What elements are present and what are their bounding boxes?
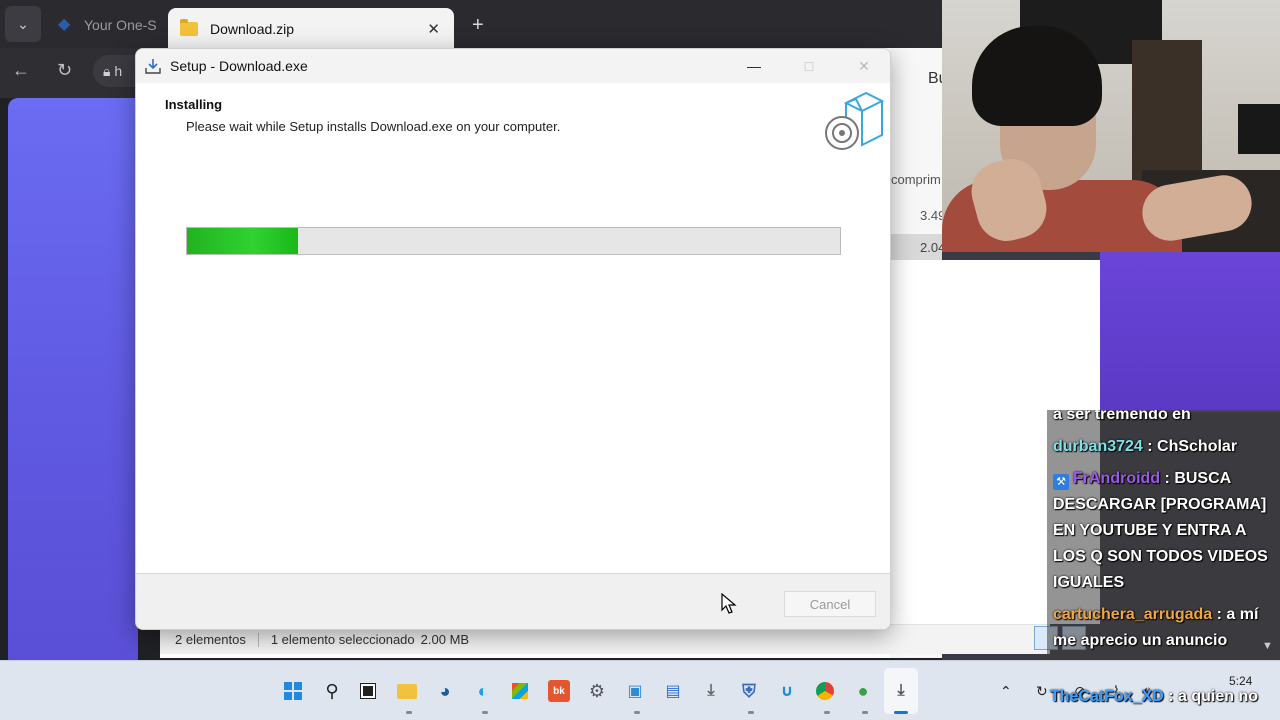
image-app-icon[interactable]: ▣ [624,680,646,702]
chat-scroll-indicator: ▼ [1262,640,1273,652]
task-view-icon[interactable] [357,680,379,702]
address-text: h [114,63,123,79]
install-progress-bar [186,227,841,255]
tab-search-button[interactable]: ⌄ [5,6,41,42]
page-subtitle: Please wait while Setup installs Downloa… [186,119,561,134]
clock-time: 5:24 [1229,674,1253,688]
chat-message: durban3724 : ChScholar [1047,432,1280,464]
dialog-header: Installing Please wait while Setup insta… [136,83,890,153]
taskbar-running-dot [634,711,640,714]
status-selected: 1 elemento seleccionado [270,632,415,647]
search-icon[interactable]: ⚲ [321,680,343,702]
maximize-button[interactable]: □ [797,55,821,77]
chat-username: TheCatFox_XD [1050,688,1164,705]
chat-text: : BUSCA DESCARGAR [PROGRAMA] EN YOUTUBE … [1053,470,1268,591]
shield-icon[interactable]: ⛨ [738,680,760,702]
new-tab-button[interactable]: + [472,14,484,37]
browser-icon[interactable]: ◕ [434,680,456,702]
taskbar-running-dot [406,711,412,714]
webcam-shelf [1132,40,1202,190]
status-size: 2.00 MB [420,632,470,647]
globe-app-icon[interactable]: ● [852,680,874,702]
edge-icon[interactable]: ◐ [472,680,494,702]
progress-fill [187,228,298,254]
start-windows-icon[interactable] [282,680,304,702]
chevron-up-icon[interactable]: ⌃ [1000,683,1012,700]
dialog-footer: Cancel [136,573,890,629]
chat-message-latest: TheCatFox_XD : a quien no [1050,688,1258,706]
taskbar-active-indicator [894,711,908,714]
taskbar-running-dot [748,711,754,714]
lock-icon: 🔒︎ [103,63,111,79]
chat-message: ⚒ FrAndroidd : BUSCA DESCARGAR [PROGRAMA]… [1047,464,1280,600]
gear-icon[interactable]: ⚙ [586,680,608,702]
chevron-down-icon: ⌄ [17,15,29,32]
stream-chat: a ser tremendo eh durban3724 : ChScholar… [1047,410,1280,660]
taskbar-running-dot [482,711,488,714]
chat-username: durban3724 [1053,438,1143,455]
store-icon[interactable] [509,680,531,702]
browser-tab-background[interactable]: ◆ Your One-S [50,8,160,42]
taskbar-clock[interactable]: 5:24 [1229,674,1252,688]
cancel-button[interactable]: Cancel [784,591,876,617]
browser-tab-active[interactable]: Download.zip ✕ [168,8,454,50]
page-banner [8,98,138,660]
close-tab-icon[interactable]: ✕ [427,20,440,38]
bk-app-icon[interactable]: bk [548,680,570,702]
setup-dialog: Setup - Download.exe — □ ✕ Installing Pl… [135,48,891,630]
webcam-person-hair [972,26,1102,126]
browser-tab-title: Your One-S [84,17,157,33]
webcam-overlay [942,0,1280,252]
shield-icon: ◆ [58,16,71,33]
chat-username: cartuchera_arrugada [1053,606,1213,623]
dialog-titlebar[interactable]: Setup - Download.exe — □ ✕ [136,49,890,83]
mouse-cursor-icon [721,593,737,614]
setup-download-icon [145,59,161,74]
page-banner-right [1100,252,1280,412]
explorer-row-selected[interactable]: 2.04 [890,234,945,260]
chat-text: : a quien no [1163,688,1259,705]
file-explorer-icon[interactable] [396,680,418,702]
close-button[interactable]: ✕ [852,55,876,77]
windows-logo-icon [284,682,302,700]
folder-icon [180,19,198,36]
chat-message: a ser tremendo eh [1047,410,1280,432]
moderator-badge-icon: ⚒ [1053,474,1069,490]
reload-icon[interactable]: ↻ [57,60,72,81]
chat-username: FrAndroidd [1073,470,1161,487]
monitor-app-icon[interactable]: ▤ [662,680,684,702]
chat-text: a ser tremendo eh [1053,410,1191,423]
vpn-app-icon[interactable]: ∪ [776,680,798,702]
status-item-count: 2 elementos [175,632,246,647]
chat-text: : ChScholar [1142,438,1238,455]
webcam-monitor [1238,104,1280,154]
taskbar-running-dot [862,711,868,714]
page-title: Installing [165,97,223,112]
sync-icon[interactable]: ↻ [1036,683,1048,700]
minimize-button[interactable]: — [742,55,766,77]
setup-taskbar-icon[interactable]: ⤓ [890,680,912,702]
dialog-title: Setup - Download.exe [170,58,308,74]
status-separator [257,632,259,647]
download-setup-icon[interactable]: ⤓ [700,680,722,702]
chrome-icon[interactable] [814,680,836,702]
back-arrow-icon[interactable]: ← [12,60,30,81]
installer-box-icon [825,91,884,150]
taskbar-running-dot [824,711,830,714]
explorer-column-header[interactable]: comprim [891,172,941,187]
active-tab-title: Download.zip [210,21,295,37]
chat-message: cartuchera_arrugada : a mí me aprecio un… [1047,600,1280,660]
